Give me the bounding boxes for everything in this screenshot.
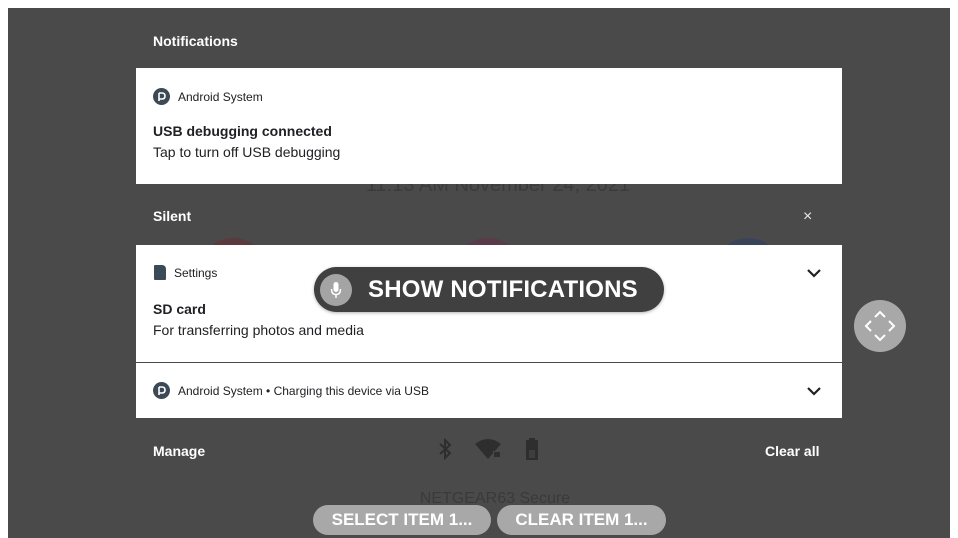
mic-icon: [320, 273, 352, 306]
sd-card-icon: [154, 265, 166, 280]
android-system-icon: [153, 88, 170, 105]
chevron-down-icon[interactable]: [804, 381, 824, 401]
manage-button[interactable]: Manage: [153, 443, 205, 459]
close-icon[interactable]: ×: [803, 208, 812, 226]
bluetooth-icon: [439, 438, 452, 460]
android-system-icon: [153, 382, 170, 399]
charging-notification[interactable]: Android System • Charging this device vi…: [136, 363, 842, 418]
app-name: Android System: [178, 89, 263, 104]
page-title: Notifications: [153, 33, 238, 49]
notification-title: USB debugging connected: [153, 123, 332, 139]
charging-summary: Android System • Charging this device vi…: [178, 383, 429, 398]
clear-all-button[interactable]: Clear all: [765, 443, 819, 459]
silent-section-title: Silent: [153, 208, 192, 224]
select-item-button[interactable]: SELECT ITEM 1...: [313, 505, 491, 535]
notification-title: SD card: [153, 301, 206, 317]
voice-command-text: SHOW NOTIFICATIONS: [368, 275, 638, 303]
dpad-icon[interactable]: [854, 300, 906, 352]
wifi-locked-icon: [475, 439, 501, 459]
notification-text: Tap to turn off USB debugging: [153, 144, 341, 160]
usb-debugging-notification[interactable]: Android System USB debugging connected T…: [136, 68, 842, 184]
battery-icon: [526, 438, 538, 460]
clear-item-button[interactable]: CLEAR ITEM 1...: [497, 505, 666, 535]
notification-shade: 11:13 AM November 24, 2021 NETGEAR63 Sec…: [8, 8, 950, 538]
status-icons: [438, 438, 538, 460]
voice-command-overlay: SHOW NOTIFICATIONS: [314, 267, 664, 312]
chevron-down-icon[interactable]: [804, 263, 824, 283]
notification-text: For transferring photos and media: [153, 322, 364, 338]
app-name: Settings: [174, 265, 218, 280]
